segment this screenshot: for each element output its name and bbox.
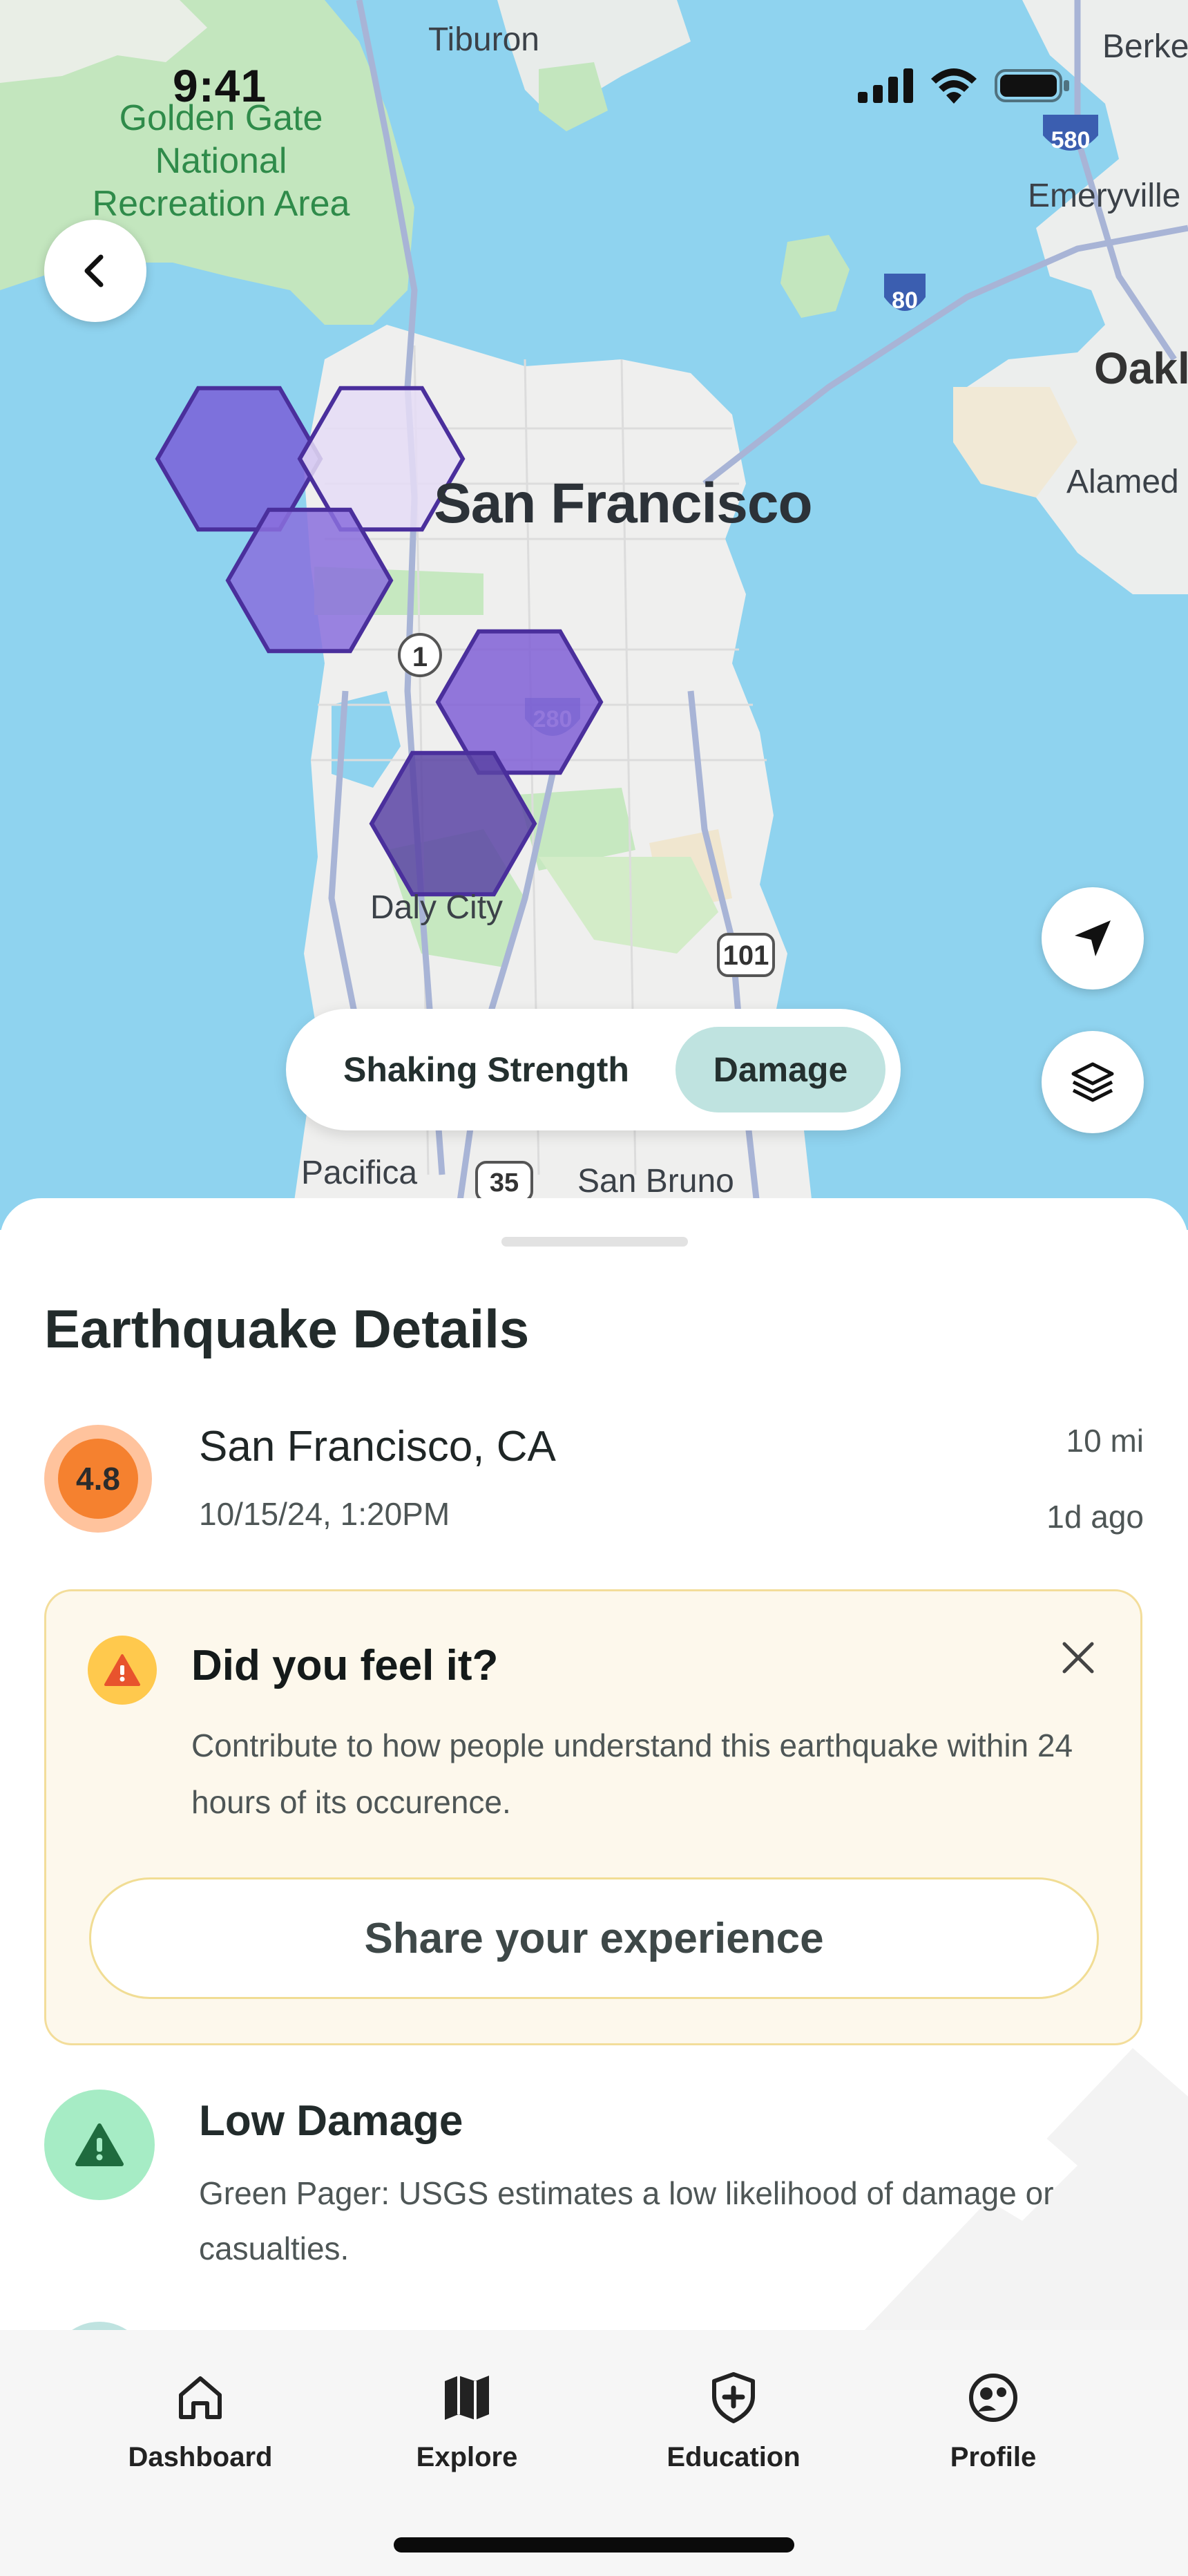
quake-datetime: 10/15/24, 1:20PM: [199, 1496, 450, 1532]
layers-icon: [1071, 1062, 1114, 1102]
shield-plus-icon: [712, 2372, 755, 2423]
damage-heading: Low Damage: [199, 2097, 463, 2145]
map-label-daly-city: Daly City: [370, 889, 504, 926]
map-layers-button[interactable]: [1042, 1031, 1144, 1133]
tab-label: Explore: [416, 2442, 518, 2472]
sheet-title: Earthquake Details: [44, 1298, 530, 1359]
svg-text:101: 101: [723, 940, 769, 971]
map-label-tiburon: Tiburon: [428, 21, 539, 58]
svg-text:80: 80: [892, 287, 918, 314]
map-icon: [445, 2376, 489, 2420]
cellular-signal-icon: [858, 68, 913, 103]
toggle-damage[interactable]: Damage: [676, 1027, 885, 1112]
battery-icon: [995, 69, 1069, 102]
map-label-park: Golden Gate National Recreation Area: [92, 98, 350, 224]
sheet-grabber[interactable]: [501, 1237, 688, 1247]
route-1-text: 1: [412, 642, 428, 672]
locate-me-button[interactable]: [1042, 887, 1144, 989]
wifi-icon: [931, 68, 977, 104]
status-time: 9:41: [173, 60, 267, 111]
warning-icon: [88, 1636, 157, 1705]
map-label-emeryville: Emeryville: [1028, 178, 1181, 214]
magnitude-badge: 4.8: [44, 1425, 152, 1533]
home-icon: [179, 2376, 222, 2419]
map-label-san-francisco: San Francisco: [434, 472, 813, 535]
tab-explore[interactable]: Explore: [377, 2370, 557, 2473]
tab-dashboard[interactable]: Dashboard: [111, 2370, 290, 2473]
tab-label: Education: [667, 2442, 801, 2472]
quake-age: 1d ago: [1046, 1499, 1144, 1535]
navigation-arrow-icon: [1075, 920, 1111, 956]
map-label-oakland: Oakl: [1094, 343, 1188, 393]
map-label-pacifica: Pacifica: [301, 1155, 418, 1191]
svg-text:35: 35: [490, 1168, 519, 1197]
map-label-alameda: Alamed: [1066, 464, 1179, 500]
close-icon[interactable]: [1051, 1630, 1106, 1685]
feel-card-body: Contribute to how people understand this…: [191, 1727, 1073, 1820]
profile-icon: [969, 2374, 1017, 2422]
did-you-feel-it-card: Did you feel it? Contribute to how peopl…: [44, 1589, 1142, 2045]
quake-location: San Francisco, CA: [199, 1423, 556, 1470]
feel-card-heading: Did you feel it?: [191, 1642, 499, 1689]
home-indicator: [394, 2537, 794, 2553]
status-bar: 9:41: [0, 59, 1188, 115]
chevron-left-icon: [84, 254, 104, 287]
svg-text:580: 580: [1051, 127, 1091, 153]
alert-triangle-icon: [44, 2090, 155, 2200]
tab-label: Dashboard: [128, 2442, 273, 2472]
magnitude-value: 4.8: [58, 1439, 138, 1519]
tab-education[interactable]: Education: [644, 2370, 823, 2473]
map-label-san-bruno: San Bruno: [577, 1163, 734, 1200]
share-experience-button[interactable]: Share your experience: [89, 1877, 1099, 1999]
map-view[interactable]: 1 101 35 280 80 580 San Francisco Tiburo…: [0, 0, 1188, 1230]
layer-toggle[interactable]: Shaking Strength Damage: [286, 1009, 901, 1130]
damage-body: Green Pager: USGS estimates a low likeli…: [199, 2175, 1054, 2266]
back-button[interactable]: [44, 220, 146, 322]
toggle-shaking-strength[interactable]: Shaking Strength: [314, 1027, 659, 1112]
tab-profile[interactable]: Profile: [903, 2370, 1083, 2473]
tab-label: Profile: [950, 2442, 1037, 2472]
quake-distance: 10 mi: [1066, 1423, 1144, 1459]
